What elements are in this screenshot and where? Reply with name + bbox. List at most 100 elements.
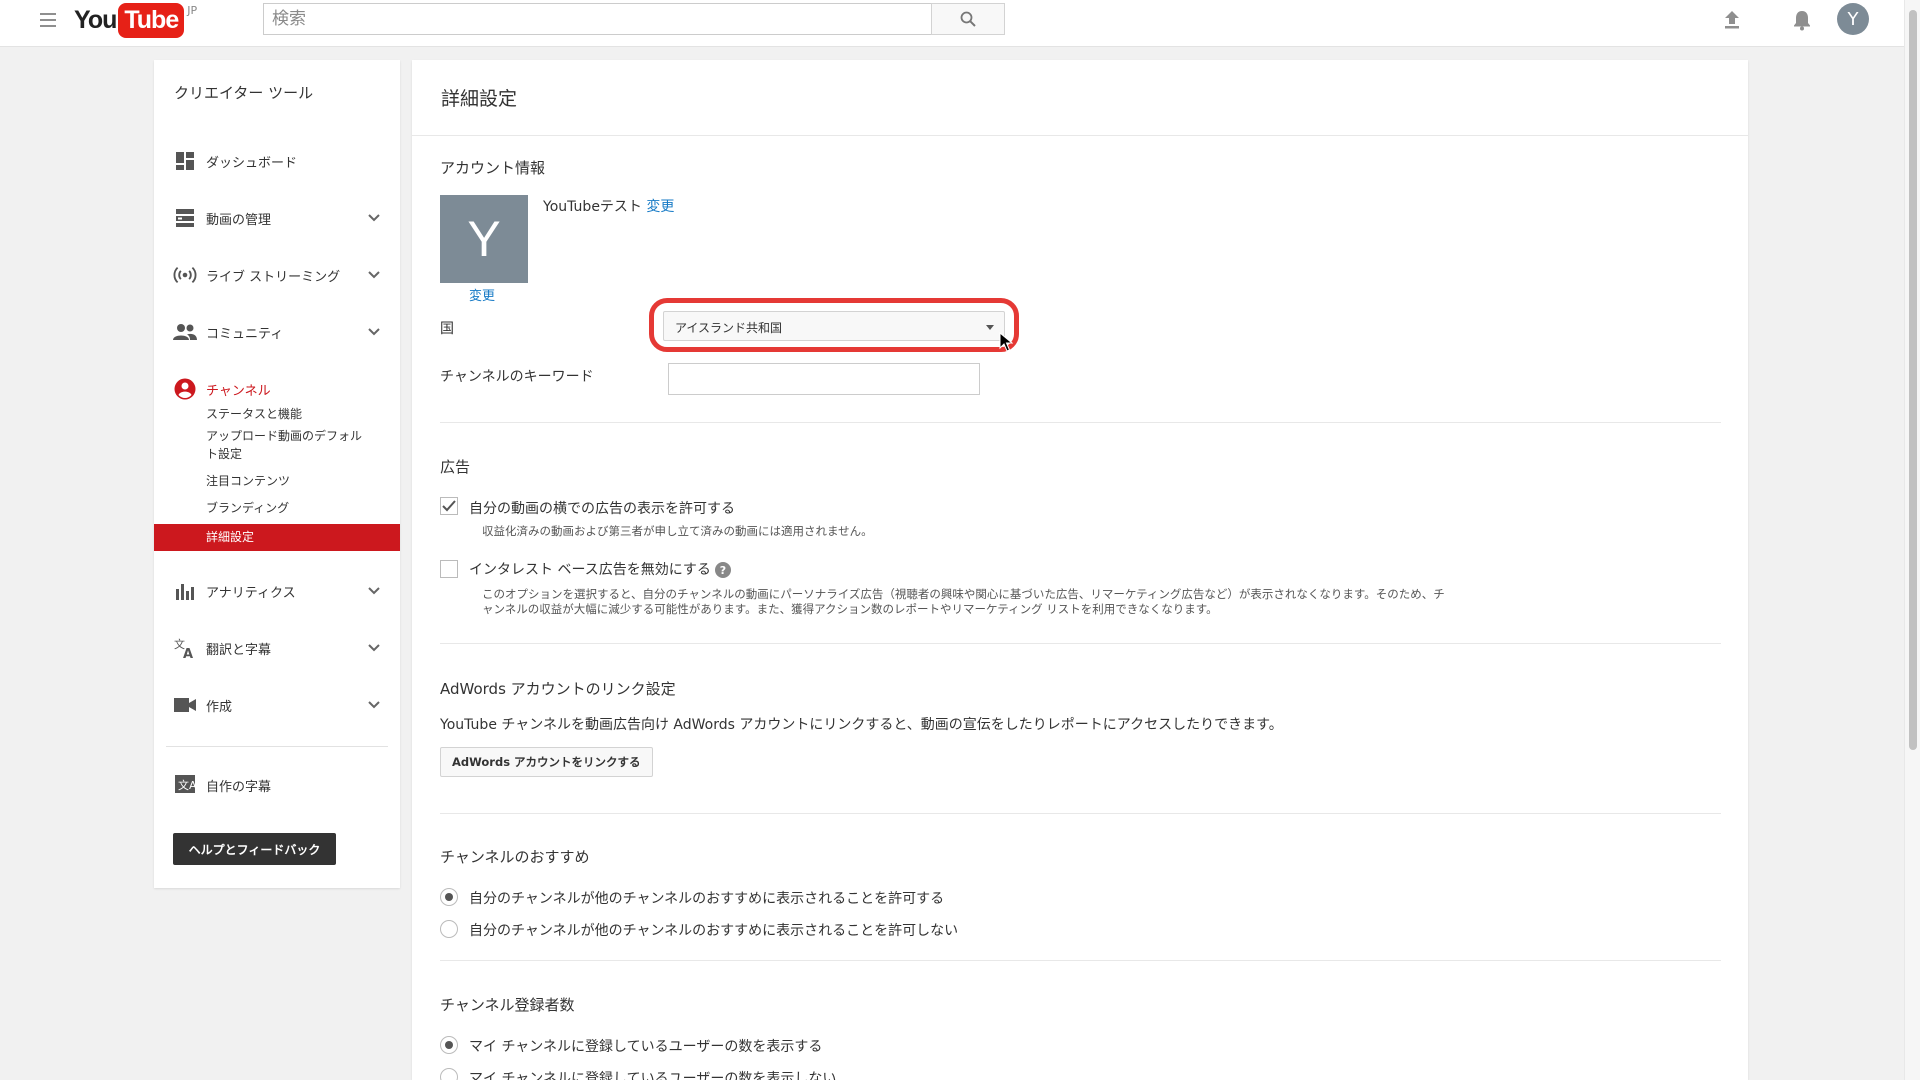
link-adwords-button[interactable]: AdWords アカウントをリンクする: [440, 747, 653, 777]
sidebar-item-create[interactable]: 作成: [154, 685, 400, 725]
channel-avatar: Y: [440, 195, 528, 283]
chevron-down-icon[interactable]: [366, 697, 382, 713]
adwords-description: YouTube チャンネルを動画広告向け AdWords アカウントにリンクする…: [440, 717, 1283, 733]
svg-text:文A: 文A: [178, 778, 196, 792]
sidebar-item-label: アナリティクス: [206, 585, 296, 601]
disable-interest-ads-note-line2: ャンネルの収益が大幅に減少する可能性があります。また、獲得アクション数のレポート…: [482, 602, 1218, 616]
recommend-allow-radio[interactable]: [440, 888, 458, 906]
sidebar-subitem-status-and-features[interactable]: ステータスと機能: [154, 401, 400, 427]
sidebar-item-dashboard[interactable]: ダッシュボード: [154, 141, 400, 181]
change-name-link[interactable]: 変更: [646, 199, 674, 215]
change-avatar-link[interactable]: 変更: [469, 285, 495, 304]
top-bar: You Tube JP Y: [0, 0, 1904, 47]
sidebar-item-label: 動画の管理: [206, 212, 272, 228]
mouse-cursor-icon: [999, 332, 1013, 352]
channel-recommendations-heading: チャンネルのおすすめ: [440, 848, 590, 866]
sidebar-item-label: 作成: [206, 699, 233, 715]
sidebar-item-label: 自作の字幕: [206, 779, 272, 795]
community-icon: [173, 320, 197, 344]
sidebar-item-translations[interactable]: 文A 翻訳と字幕: [154, 628, 400, 668]
account-avatar[interactable]: Y: [1837, 3, 1869, 35]
dashboard-icon: [173, 149, 197, 173]
scrollbar-thumb[interactable]: [1909, 10, 1917, 750]
chevron-down-icon[interactable]: [366, 640, 382, 656]
section-divider: [440, 813, 1721, 814]
subscriber-count-heading: チャンネル登録者数: [440, 996, 575, 1014]
creator-tools-sidebar: クリエイター ツール ダッシュボード 動画の管理 ライブ ストリーミング コミュ…: [154, 60, 400, 888]
sidebar-subitem-label: ブランディング: [206, 501, 290, 515]
sidebar-subitem-advanced[interactable]: 詳細設定: [154, 524, 400, 551]
chevron-down-icon[interactable]: [366, 210, 382, 226]
sidebar-subitem-branding[interactable]: ブランディング: [154, 495, 400, 521]
subscriber-hide-radio[interactable]: [440, 1068, 458, 1080]
advanced-settings-panel: 詳細設定 アカウント情報 Y YouTubeテスト 変更 変更 国 アイスランド…: [412, 60, 1748, 1080]
country-select[interactable]: アイスランド共和国: [663, 311, 1005, 341]
channel-keywords-input[interactable]: [668, 363, 980, 395]
sidebar-subitem-label: アップロード動画のデフォルト設定: [206, 429, 363, 461]
upload-icon[interactable]: [1720, 8, 1744, 32]
logo-region: JP: [187, 4, 198, 17]
account-info-heading: アカウント情報: [440, 159, 546, 177]
disable-interest-ads-row: インタレスト ベース広告を無効にする?: [469, 559, 731, 579]
menu-icon[interactable]: [40, 13, 56, 27]
country-select-highlight: アイスランド共和国: [649, 298, 1019, 352]
chevron-down-icon[interactable]: [366, 324, 382, 340]
sidebar-subitem-featured-content[interactable]: 注目コンテンツ: [154, 468, 400, 494]
search-bar: [263, 3, 1005, 35]
disable-interest-ads-checkbox[interactable]: [440, 560, 458, 578]
sidebar-item-label: チャンネル: [206, 383, 271, 399]
sidebar-item-label: ライブ ストリーミング: [206, 269, 341, 285]
logo-tube: Tube: [118, 3, 185, 38]
logo-you: You: [74, 6, 117, 34]
recommend-allow-label: 自分のチャンネルが他のチャンネルのおすすめに表示されることを許可する: [469, 891, 945, 907]
search-button[interactable]: [931, 3, 1005, 35]
subscriber-hide-label: マイ チャンネルに登録しているユーザーの数を表示しない: [469, 1071, 837, 1080]
help-question-icon[interactable]: ?: [714, 562, 731, 578]
allow-ads-label: 自分の動画の横での広告の表示を許可する: [469, 501, 735, 517]
channel-name: YouTubeテスト: [543, 199, 642, 215]
disable-interest-ads-note-line1: このオプションを選択すると、自分のチャンネルの動画にパーソナライズ広告（視聴者の…: [482, 587, 1445, 601]
sidebar-item-label: コミュニティ: [206, 326, 284, 342]
chevron-down-icon[interactable]: [366, 267, 382, 283]
live-streaming-icon: [173, 263, 197, 287]
ads-heading: 広告: [440, 458, 471, 476]
sidebar-item-label: ダッシュボード: [206, 155, 298, 171]
recommend-deny-label: 自分のチャンネルが他のチャンネルのおすすめに表示されることを許可しない: [469, 923, 959, 939]
section-divider: [440, 422, 1721, 423]
svg-text:A: A: [183, 647, 193, 659]
search-icon: [960, 11, 976, 27]
subtitles-icon: 文A: [173, 773, 197, 797]
country-select-value: アイスランド共和国: [675, 321, 783, 335]
video-camera-icon: [173, 693, 197, 717]
allow-ads-note: 収益化済みの動画および第三者が申し立て済みの動画には適用されません。: [482, 524, 873, 538]
sidebar-subitem-label: 注目コンテンツ: [206, 474, 291, 488]
video-manager-icon: [173, 206, 197, 230]
search-input[interactable]: [263, 3, 931, 35]
page-title: 詳細設定: [441, 88, 518, 110]
sidebar-item-video-manager[interactable]: 動画の管理: [154, 198, 400, 238]
page-scrollbar[interactable]: [1904, 0, 1920, 1080]
sidebar-divider: [166, 746, 388, 747]
sidebar-item-analytics[interactable]: アナリティクス: [154, 571, 400, 611]
section-divider: [440, 960, 1721, 961]
sidebar-item-subtitles[interactable]: 文A 自作の字幕: [154, 765, 400, 805]
sidebar-subitem-upload-defaults[interactable]: アップロード動画のデフォルト設定: [154, 427, 400, 467]
recommend-deny-radio[interactable]: [440, 920, 458, 938]
disable-interest-ads-label: インタレスト ベース広告を無効にする: [469, 562, 711, 578]
adwords-heading: AdWords アカウントのリンク設定: [440, 680, 676, 698]
checkmark-icon: [442, 500, 456, 512]
chevron-down-icon[interactable]: [366, 583, 382, 599]
analytics-icon: [173, 579, 197, 603]
notifications-bell-icon[interactable]: [1790, 8, 1814, 32]
subscriber-show-radio[interactable]: [440, 1036, 458, 1054]
sidebar-item-community[interactable]: コミュニティ: [154, 312, 400, 352]
subscriber-show-label: マイ チャンネルに登録しているユーザーの数を表示する: [469, 1039, 823, 1055]
section-divider: [440, 643, 1721, 644]
translate-icon: 文A: [173, 636, 197, 660]
help-feedback-button[interactable]: ヘルプとフィードバック: [173, 833, 336, 865]
channel-name-row: YouTubeテスト 変更: [543, 196, 674, 216]
sidebar-item-live-streaming[interactable]: ライブ ストリーミング: [154, 255, 400, 295]
youtube-logo[interactable]: You Tube JP: [74, 2, 197, 38]
allow-ads-checkbox[interactable]: [440, 497, 458, 515]
dropdown-arrow-icon: [986, 325, 994, 330]
